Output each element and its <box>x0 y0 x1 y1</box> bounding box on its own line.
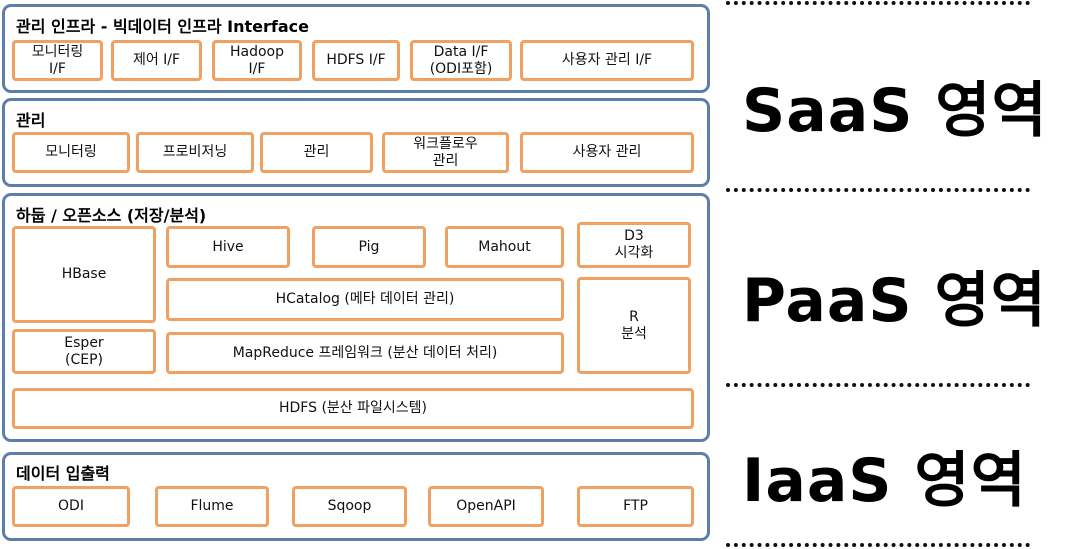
box-hdfs-if: HDFS I/F <box>312 40 400 81</box>
box-d3-visualization: D3 시각화 <box>577 222 691 268</box>
box-control-if: 제어 I/F <box>111 40 202 81</box>
box-flume: Flume <box>155 486 269 527</box>
box-management: 관리 <box>260 132 373 173</box>
box-hive: Hive <box>166 226 290 268</box>
zone-label-iaas: IaaS 영역 <box>742 446 1027 516</box>
box-mapreduce: MapReduce 프레임워크 (분산 데이터 처리) <box>166 332 564 374</box>
zone-label-paas: PaaS 영역 <box>742 266 1047 336</box>
box-pig: Pig <box>312 226 426 268</box>
box-hcatalog: HCatalog (메타 데이터 관리) <box>166 278 564 321</box>
divider <box>726 543 1030 547</box>
box-provisioning: 프로비저닝 <box>136 132 254 173</box>
divider <box>726 188 1030 192</box>
panel-title: 관리 인프라 - 빅데이터 인프라 Interface <box>16 17 309 36</box>
box-r-analysis: R 분석 <box>577 277 691 374</box>
divider <box>726 383 1030 387</box>
box-monitoring: 모니터링 <box>12 132 130 173</box>
box-sqoop: Sqoop <box>292 486 407 527</box>
box-workflow-management: 워크플로우 관리 <box>382 132 509 173</box>
box-odi: ODI <box>12 486 130 527</box>
box-hdfs: HDFS (분산 파일시스템) <box>12 388 694 429</box>
box-monitoring-if: 모니터링 I/F <box>12 40 103 81</box>
box-user-management: 사용자 관리 <box>520 132 694 173</box>
box-esper-cep: Esper (CEP) <box>12 329 156 374</box>
box-user-mgmt-if: 사용자 관리 I/F <box>520 40 694 81</box>
box-openapi: OpenAPI <box>428 486 544 527</box>
box-hbase: HBase <box>12 226 156 323</box>
box-ftp: FTP <box>577 486 694 527</box>
divider <box>726 1 1030 5</box>
panel-title: 하둡 / 오픈소스 (저장/분석) <box>16 206 207 225</box>
architecture-diagram: 관리 인프라 - 빅데이터 인프라 Interface 모니터링 I/F 제어 … <box>0 0 1076 549</box>
box-mahout: Mahout <box>445 226 564 268</box>
zone-label-saas: SaaS 영역 <box>742 76 1048 146</box>
box-hadoop-if: Hadoop I/F <box>212 40 302 81</box>
box-data-if: Data I/F (ODI포함) <box>410 40 512 81</box>
panel-title: 데이터 입출력 <box>16 464 110 483</box>
panel-title: 관리 <box>16 111 46 130</box>
